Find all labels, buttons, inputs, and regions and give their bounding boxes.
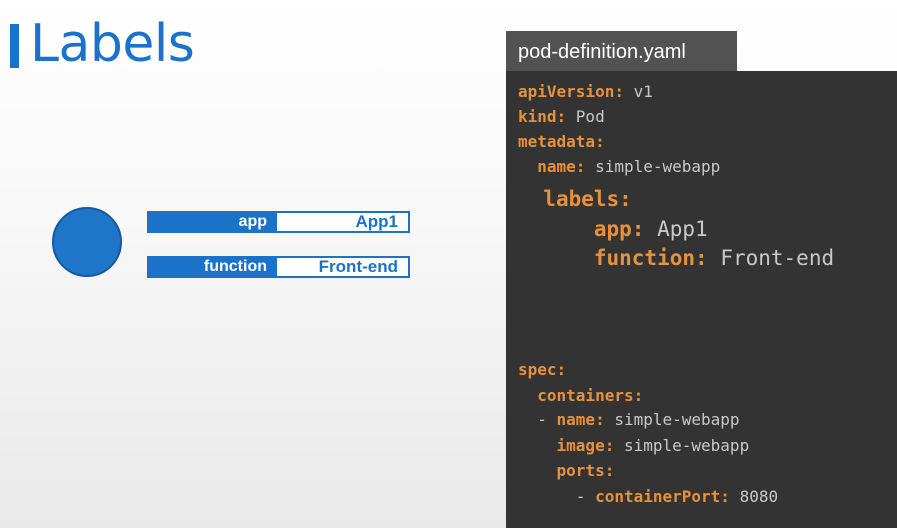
code-line: - containerPort: 8080 bbox=[575, 487, 779, 506]
pod-label-function: function Front-end bbox=[147, 256, 410, 278]
code-line: image: simple-webapp bbox=[556, 436, 750, 455]
code-line: app: App1 bbox=[593, 217, 708, 241]
yaml-key: containerPort bbox=[595, 487, 721, 506]
yaml-key: containers bbox=[537, 386, 634, 405]
pod-label-app: app App1 bbox=[147, 211, 410, 233]
label-value: Front-end bbox=[277, 258, 408, 276]
yaml-key: image bbox=[556, 436, 605, 455]
code-line: - name: simple-webapp bbox=[537, 410, 740, 429]
yaml-key: name bbox=[556, 410, 596, 429]
code-line: name: simple-webapp bbox=[537, 157, 721, 176]
code-line: kind: Pod bbox=[518, 107, 605, 126]
yaml-key: spec bbox=[518, 360, 557, 379]
yaml-value: 8080 bbox=[739, 487, 779, 506]
yaml-value: App1 bbox=[657, 217, 708, 241]
yaml-value: simple-webapp bbox=[623, 436, 750, 455]
yaml-key: metadata bbox=[518, 132, 596, 151]
yaml-key: labels bbox=[543, 187, 620, 211]
file-tab[interactable]: pod-definition.yaml bbox=[506, 31, 737, 71]
yaml-value: Front-end bbox=[720, 246, 835, 270]
yaml-value: simple-webapp bbox=[595, 157, 721, 176]
slide-title: Labels bbox=[30, 14, 195, 74]
code-line: containers: bbox=[537, 386, 644, 405]
yaml-key: app bbox=[593, 217, 632, 241]
code-line: spec: bbox=[518, 360, 567, 379]
pod-circle-icon bbox=[52, 207, 122, 277]
yaml-key: ports bbox=[556, 461, 605, 480]
code-line: labels: bbox=[543, 187, 632, 211]
yaml-key: function bbox=[593, 246, 696, 270]
yaml-key: apiVersion bbox=[518, 82, 615, 101]
yaml-value: v1 bbox=[633, 82, 653, 101]
label-value: App1 bbox=[277, 213, 408, 231]
code-line: function: Front-end bbox=[593, 246, 835, 270]
label-key: function bbox=[149, 258, 277, 276]
title-accent-bar bbox=[10, 24, 19, 68]
label-key: app bbox=[149, 213, 277, 231]
code-line: metadata: bbox=[518, 132, 605, 151]
yaml-value: simple-webapp bbox=[614, 410, 740, 429]
yaml-key: kind bbox=[518, 107, 557, 126]
yaml-key: name bbox=[537, 157, 576, 176]
code-line: apiVersion: v1 bbox=[518, 82, 653, 101]
code-line: ports: bbox=[556, 461, 615, 480]
yaml-value: Pod bbox=[575, 107, 605, 126]
